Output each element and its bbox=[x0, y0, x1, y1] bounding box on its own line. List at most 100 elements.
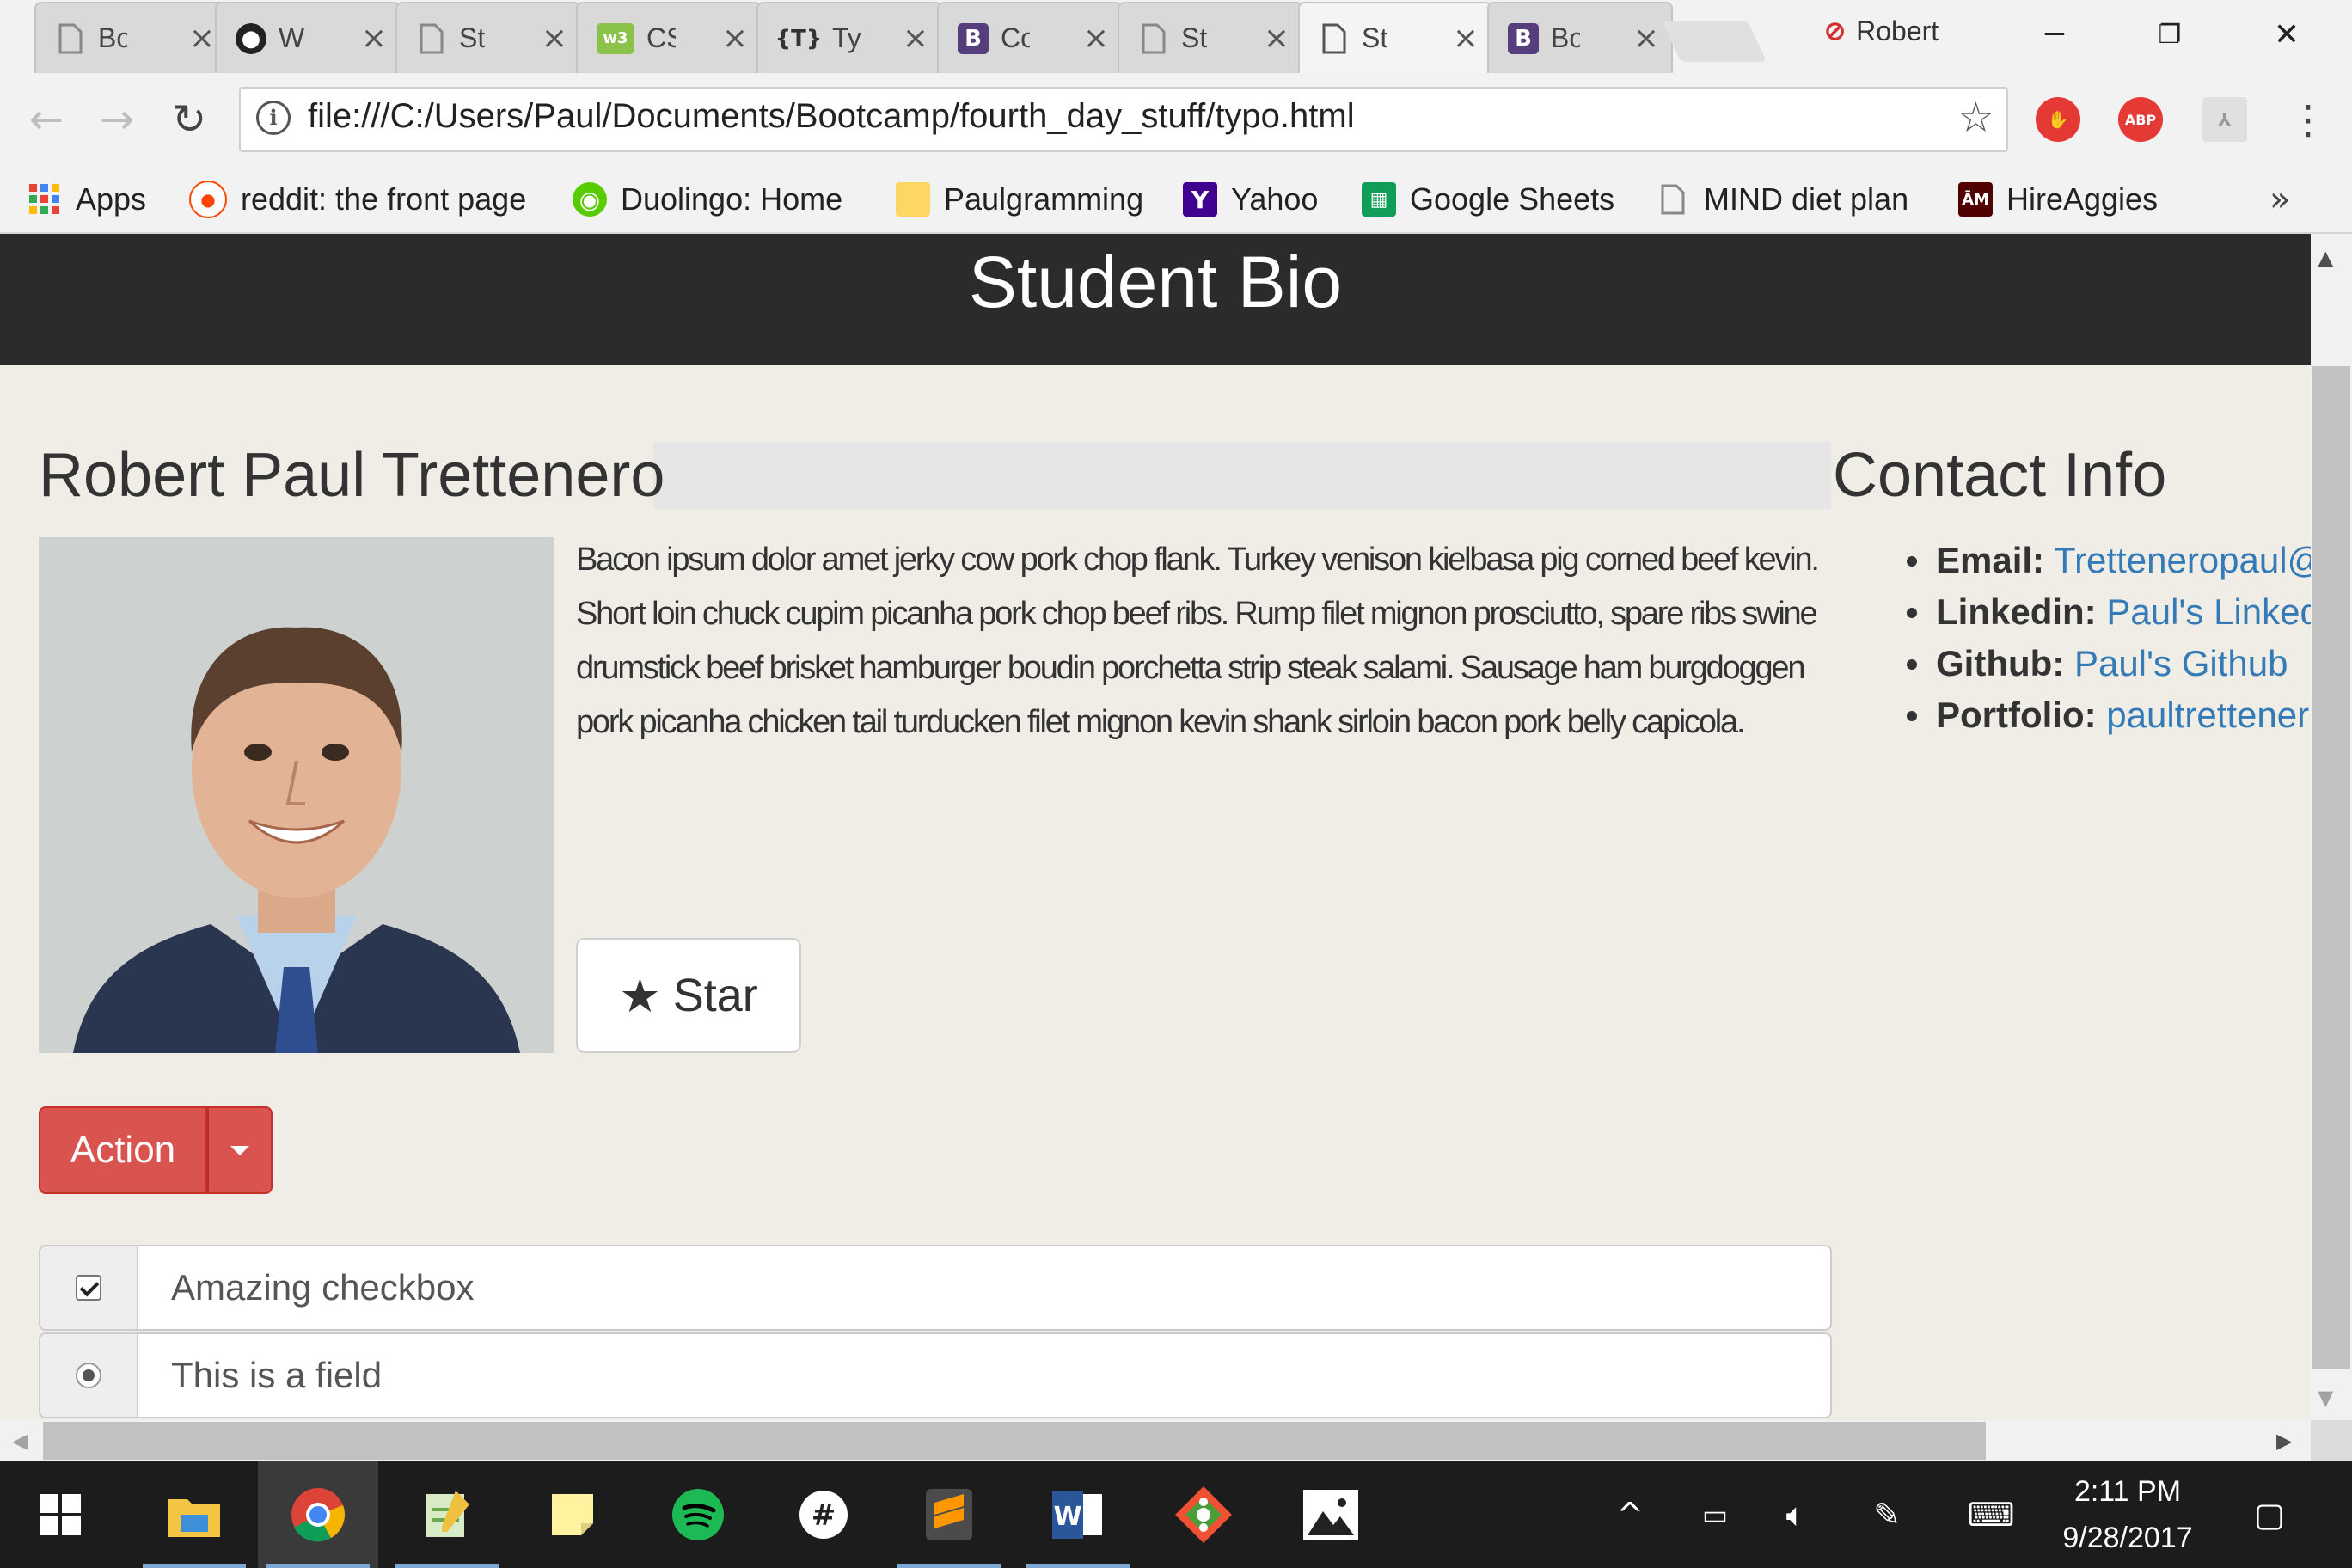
contact-label: Portfolio: bbox=[1936, 695, 2097, 735]
restore-button[interactable]: ❐ bbox=[2135, 9, 2204, 60]
close-window-button[interactable]: ✕ bbox=[2252, 9, 2321, 60]
star-button-label: Star bbox=[672, 970, 758, 1021]
bookmark-paulgramming[interactable]: Paulgramming bbox=[896, 178, 1143, 221]
back-button[interactable]: ← bbox=[19, 92, 74, 147]
scroll-left-arrow-icon[interactable]: ◀ bbox=[12, 1429, 28, 1453]
tab-title: Ty bbox=[832, 22, 861, 53]
close-icon[interactable]: × bbox=[542, 22, 567, 54]
tab-strip: Bo × ● W × St × w3 CS × {T} Ty × B Co × … bbox=[0, 0, 2352, 75]
bookmark-reddit[interactable]: ● reddit: the front page bbox=[189, 178, 542, 221]
contact-info-heading: Contact Info bbox=[1833, 441, 2167, 510]
portfolio-link[interactable]: paultrettener bbox=[2106, 695, 2309, 735]
forward-button[interactable]: → bbox=[89, 92, 144, 147]
linkedin-link[interactable]: Paul's Linkedin bbox=[2106, 591, 2311, 632]
browser-menu-icon[interactable]: ⋮ bbox=[2288, 94, 2328, 145]
action-split-button: Action bbox=[39, 1106, 273, 1194]
minimize-button[interactable]: ─ bbox=[2020, 9, 2089, 60]
browser-tab[interactable]: St × bbox=[1118, 2, 1303, 73]
taskbar-word[interactable]: W bbox=[1018, 1461, 1138, 1568]
profile-button[interactable]: ⊘ Robert bbox=[1824, 15, 1939, 47]
start-button[interactable] bbox=[0, 1461, 120, 1568]
browser-tab[interactable]: St × bbox=[395, 2, 581, 73]
reload-button[interactable]: ↻ bbox=[162, 92, 217, 147]
action-center-icon[interactable]: ▢ bbox=[2235, 1461, 2304, 1568]
bookmark-mind-diet[interactable]: MIND diet plan bbox=[1656, 178, 1908, 221]
radio-text-field[interactable]: This is a field bbox=[138, 1332, 1832, 1418]
action-dropdown-toggle[interactable] bbox=[207, 1106, 273, 1194]
bookmark-duolingo[interactable]: ◉ Duolingo: Home bbox=[573, 178, 842, 221]
profile-name: Robert bbox=[1856, 15, 1939, 46]
browser-tab[interactable]: B Co × bbox=[937, 2, 1123, 73]
email-link[interactable]: Tretteneropaul@ bbox=[2054, 540, 2311, 580]
close-icon[interactable]: × bbox=[361, 22, 387, 54]
vertical-scroll-thumb[interactable] bbox=[2312, 366, 2350, 1369]
taskbar-chrome[interactable] bbox=[258, 1461, 378, 1568]
amazing-checkbox[interactable] bbox=[76, 1275, 101, 1301]
taskbar-spotify[interactable] bbox=[638, 1461, 758, 1568]
close-icon[interactable]: × bbox=[903, 22, 928, 54]
yahoo-icon: Y bbox=[1183, 182, 1217, 217]
bookmark-apps[interactable]: Apps bbox=[28, 178, 146, 221]
checkbox-input-group: Amazing checkbox bbox=[39, 1245, 1832, 1331]
taskbar-sublime[interactable] bbox=[889, 1461, 1009, 1568]
reddit-icon: ● bbox=[189, 181, 227, 218]
scroll-up-arrow-icon[interactable]: ▲ bbox=[2318, 246, 2333, 270]
contact-list: Email: Tretteneropaul@ Linkedin: Paul's … bbox=[1891, 535, 2311, 741]
tab-title: CS bbox=[646, 22, 676, 53]
battery-icon[interactable]: ▭ bbox=[1685, 1461, 1745, 1568]
star-button[interactable]: ★ Star bbox=[576, 938, 801, 1053]
info-icon[interactable]: i bbox=[256, 101, 291, 135]
bookmarks-overflow-button[interactable]: » bbox=[2269, 180, 2290, 219]
browser-tab[interactable]: Bo × bbox=[34, 2, 229, 73]
bookmark-star-icon[interactable]: ☆ bbox=[1957, 94, 1994, 142]
bookmark-label: Yahoo bbox=[1231, 181, 1319, 217]
apps-grid-icon bbox=[28, 182, 62, 217]
new-tab-button[interactable] bbox=[1661, 21, 1767, 62]
browser-tab[interactable]: B Bo × bbox=[1487, 2, 1673, 73]
volume-icon[interactable]: 🔈︎ bbox=[1766, 1461, 1826, 1568]
close-icon[interactable]: × bbox=[1083, 22, 1109, 54]
git-icon bbox=[1175, 1486, 1232, 1543]
browser-tab[interactable]: w3 CS × bbox=[576, 2, 762, 73]
slack-icon: # bbox=[799, 1491, 848, 1539]
bookmark-hireaggies[interactable]: ĀM HireAggies bbox=[1958, 178, 2158, 221]
taskbar-file-explorer[interactable] bbox=[134, 1461, 254, 1568]
browser-tab-active[interactable]: St × bbox=[1298, 2, 1492, 73]
horizontal-scroll-thumb[interactable] bbox=[43, 1422, 1986, 1460]
action-button[interactable]: Action bbox=[39, 1106, 207, 1194]
close-icon[interactable]: × bbox=[722, 22, 748, 54]
close-icon[interactable]: × bbox=[189, 22, 215, 54]
photos-icon bbox=[1303, 1490, 1358, 1540]
bookmark-google-sheets[interactable]: ▦ Google Sheets bbox=[1362, 178, 1614, 221]
taskbar-slack[interactable]: # bbox=[763, 1461, 884, 1568]
checkbox-text-field[interactable]: Amazing checkbox bbox=[138, 1245, 1832, 1331]
abp-icon[interactable]: ABP bbox=[2118, 97, 2163, 142]
pdf-extension-icon[interactable]: ⅄ bbox=[2202, 97, 2247, 142]
system-clock[interactable]: 2:11 PM 9/28/2017 bbox=[2020, 1468, 2235, 1561]
adblock-hand-icon[interactable]: ✋ bbox=[2036, 97, 2080, 142]
radio-button[interactable] bbox=[76, 1363, 101, 1388]
taskbar-git[interactable] bbox=[1143, 1461, 1264, 1568]
pen-icon[interactable]: ✎ bbox=[1857, 1461, 1917, 1568]
taskbar-sticky-notes[interactable] bbox=[512, 1461, 633, 1568]
address-bar[interactable]: i file:///C:/Users/Paul/Documents/Bootca… bbox=[239, 87, 2008, 152]
scroll-down-arrow-icon[interactable]: ▼ bbox=[2318, 1386, 2333, 1410]
browser-tab[interactable]: {T} Ty × bbox=[756, 2, 942, 73]
close-icon[interactable]: × bbox=[1633, 22, 1659, 54]
taskbar-photos[interactable] bbox=[1271, 1461, 1391, 1568]
bookmark-label: MIND diet plan bbox=[1704, 181, 1909, 217]
close-icon[interactable]: × bbox=[1264, 22, 1289, 54]
close-icon[interactable]: × bbox=[1453, 22, 1479, 54]
browser-tab[interactable]: ● W × bbox=[215, 2, 401, 73]
contact-email: Email: Tretteneropaul@ bbox=[1891, 535, 2311, 586]
spotify-icon bbox=[672, 1489, 724, 1540]
bookmark-yahoo[interactable]: Y Yahoo bbox=[1183, 178, 1318, 221]
duolingo-icon: ◉ bbox=[573, 182, 607, 217]
tab-title: W bbox=[279, 22, 305, 53]
github-link[interactable]: Paul's Github bbox=[2074, 643, 2288, 683]
word-icon: W bbox=[1052, 1491, 1102, 1539]
scroll-right-arrow-icon[interactable]: ▶ bbox=[2276, 1429, 2292, 1453]
show-hidden-icons-button[interactable]: ^ bbox=[1604, 1461, 1656, 1568]
taskbar-notepad[interactable] bbox=[387, 1461, 507, 1568]
touch-keyboard-icon[interactable]: ⌨ bbox=[1957, 1461, 2025, 1568]
